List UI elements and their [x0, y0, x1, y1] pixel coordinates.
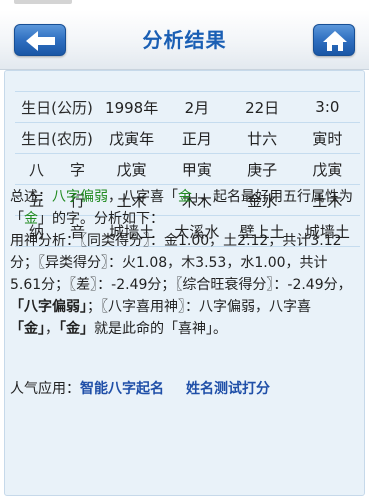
row-label-part: 八	[29, 160, 45, 179]
back-button[interactable]	[14, 24, 66, 56]
detail-text: 就是此命的「喜神」。	[94, 321, 227, 337]
app-link-name-test[interactable]: 姓名测试打分	[186, 381, 270, 397]
row-label: 生日(农历)	[15, 122, 99, 154]
table-cell: 甲寅	[164, 153, 230, 185]
summary-element: 金	[178, 189, 192, 205]
table-cell: 廿六	[229, 122, 295, 154]
row-label-part: 字	[69, 160, 85, 179]
table-cell: 庚子	[229, 153, 295, 185]
table-cell: 戊寅	[99, 153, 165, 185]
back-arrow-icon	[26, 31, 55, 51]
status-strip	[0, 0, 369, 10]
table-cell: 戊寅	[294, 153, 360, 185]
detail-bold: 「金」	[10, 321, 45, 337]
detail-text: ，	[45, 321, 59, 337]
table-cell: 1998年	[99, 91, 165, 123]
app-link-naming[interactable]: 智能八字起名	[80, 381, 164, 397]
table-row: 生日(公历) 1998年 2月 22日 3:0	[15, 91, 360, 123]
detail-bold: 「金」	[59, 321, 94, 337]
analysis-text: 总述：八字偏弱，八字喜「金」，起名最好用五行属性为「金」的字。分析如下： 用神分…	[10, 186, 355, 340]
table-cell: 22日	[229, 91, 295, 123]
summary-text: 」的字。分析如下：	[38, 211, 164, 227]
table-row: 八字 戊寅 甲寅 庚子 戊寅	[15, 153, 360, 185]
table-cell: 戊寅年	[99, 122, 165, 154]
popular-apps-label: 人气应用：	[10, 381, 80, 397]
table-cell: 2月	[164, 91, 230, 123]
table-row: 生日(农历) 戊寅年 正月 廿六 寅时	[15, 122, 360, 154]
row-label: 八字	[15, 153, 99, 185]
popular-apps: 人气应用：智能八字起名 姓名测试打分	[10, 378, 355, 400]
table-cell: 3:0	[294, 91, 360, 123]
summary-weak: 八字偏弱	[52, 189, 108, 205]
header-bar: 分析结果	[0, 10, 369, 70]
table-cell: 寅时	[294, 122, 360, 154]
home-icon	[323, 31, 347, 51]
detail-text: ；〖八字喜用神〗：八字偏弱，八字喜	[87, 299, 311, 315]
detail-text: 用神分析：〖同类得分〗：金1.00，土2.12，共计3.12分；〖异类得分〗：火…	[10, 233, 352, 293]
home-button[interactable]	[313, 24, 355, 56]
table-cell: 正月	[164, 122, 230, 154]
detail-bold: 「八字偏弱」	[10, 299, 87, 315]
row-label: 生日(公历)	[15, 91, 99, 123]
summary-text: ，八字喜「	[108, 189, 178, 205]
summary-element: 金	[24, 211, 38, 227]
summary-prefix: 总述：	[10, 189, 52, 205]
